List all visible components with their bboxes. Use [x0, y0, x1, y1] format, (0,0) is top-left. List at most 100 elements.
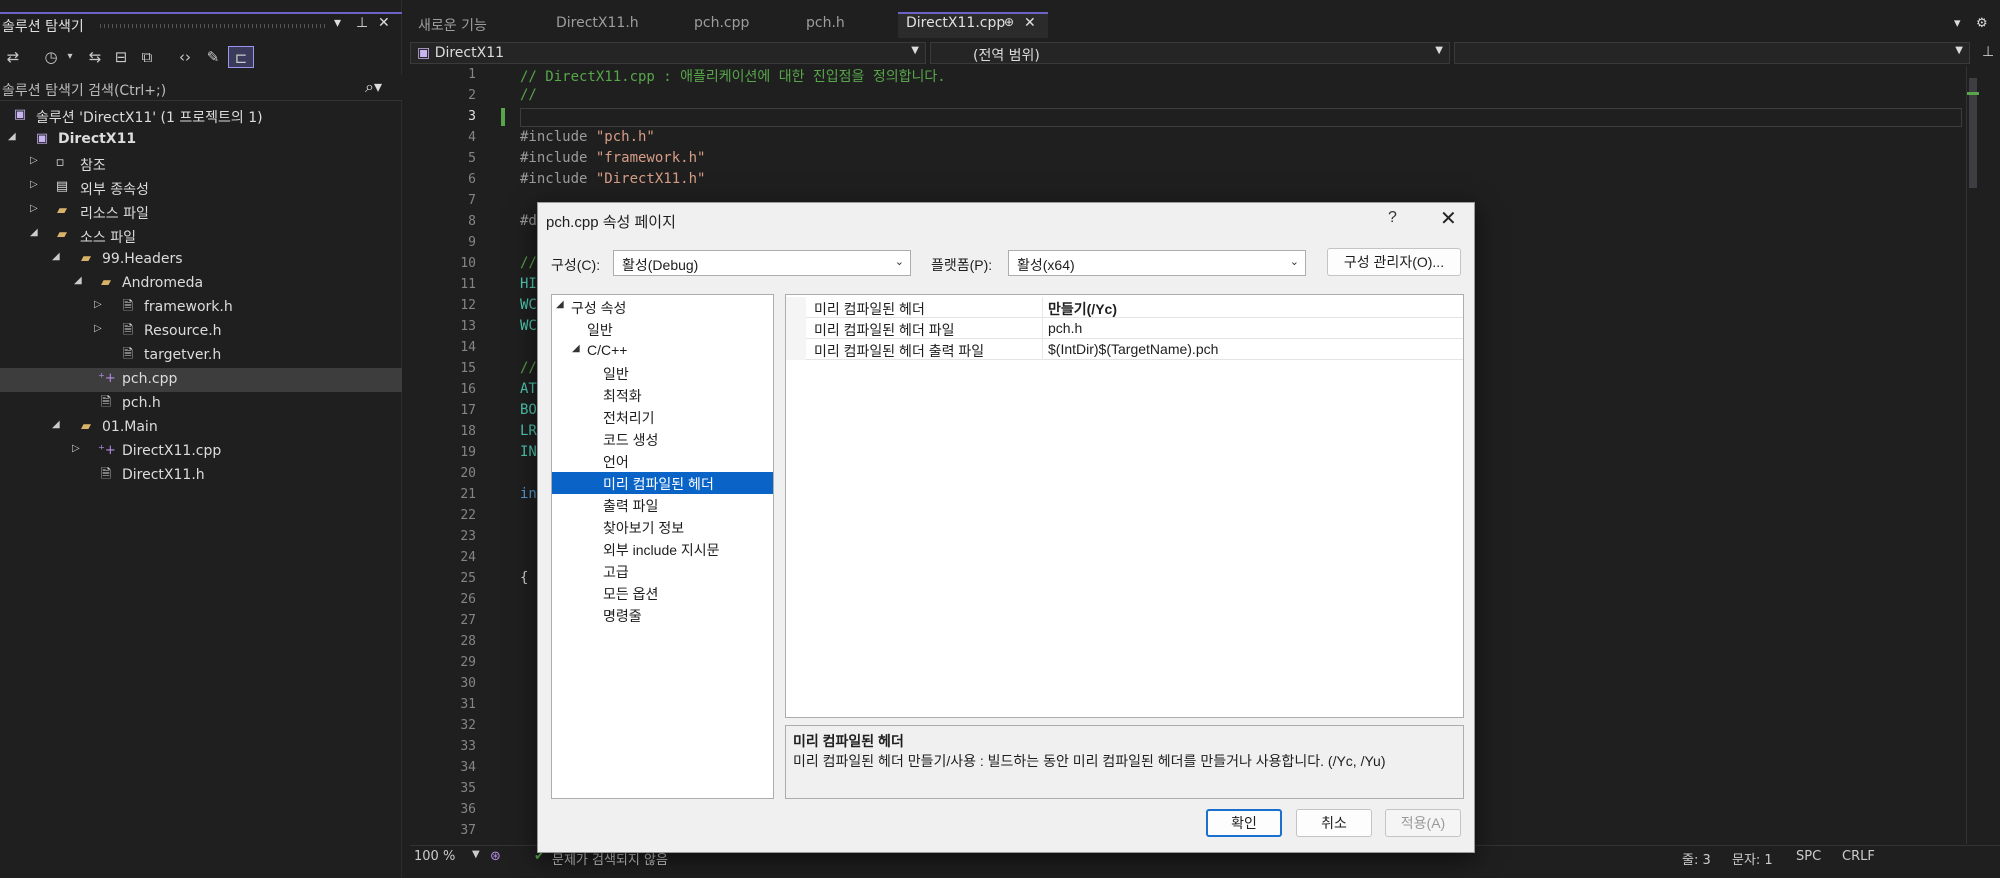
expanded-arrow-icon[interactable]: ◢: [556, 299, 564, 310]
tree-item-all-options[interactable]: 모든 옵션: [552, 582, 773, 604]
tree-item-preprocessor[interactable]: 전처리기: [552, 406, 773, 428]
switch-views-icon[interactable]: ⇄: [2, 46, 24, 68]
tab-whats-new[interactable]: 새로운 기능: [410, 12, 495, 38]
tree-item-external-includes[interactable]: 외부 include 지시문: [552, 538, 773, 560]
tree-label: 01.Main: [102, 419, 158, 435]
tree-node-directx11-h[interactable]: 🗎 DirectX11.h: [0, 464, 402, 488]
collapsed-arrow-icon[interactable]: ▷: [30, 203, 38, 214]
tab-list-dropdown-icon[interactable]: ▾: [1954, 16, 1961, 31]
tab-directx11-cpp[interactable]: DirectX11.cpp ⊕ ✕: [898, 12, 1048, 38]
property-row[interactable]: 미리 컴파일된 헤더 출력 파일 $(IntDir)$(TargetName).…: [786, 339, 1463, 360]
configuration-select[interactable]: 활성(Debug) ⌄: [613, 250, 911, 276]
collapsed-arrow-icon[interactable]: ▷: [30, 155, 38, 166]
show-all-files-icon[interactable]: ⧉: [136, 46, 158, 68]
properties-wrench-icon[interactable]: ✎: [202, 46, 224, 68]
tree-node-resource-files[interactable]: ▷ ▰ 리소스 파일: [0, 200, 402, 224]
search-box[interactable]: 솔루션 탐색기 검색(Ctrl+;) ⌕▾: [0, 75, 402, 101]
expanded-arrow-icon[interactable]: ◢: [30, 227, 38, 238]
project-dropdown[interactable]: ▣ DirectX11 ▼: [410, 42, 926, 64]
expanded-arrow-icon[interactable]: ◢: [572, 343, 580, 354]
close-icon[interactable]: ✕: [1024, 15, 1036, 31]
expanded-arrow-icon[interactable]: ◢: [52, 419, 60, 430]
vertical-scrollbar[interactable]: [1966, 66, 1980, 844]
sync-icon[interactable]: ⇆: [84, 46, 106, 68]
view-code-icon[interactable]: ‹›: [174, 46, 196, 68]
tree-item-advanced[interactable]: 고급: [552, 560, 773, 582]
cancel-button[interactable]: 취소: [1296, 809, 1372, 837]
apply-button[interactable]: 적용(A): [1385, 809, 1461, 837]
expanded-arrow-icon[interactable]: ◢: [74, 275, 82, 286]
tree-node-references[interactable]: ▷ ▫ 참조: [0, 152, 402, 176]
tree-node-pch-h[interactable]: 🗎 pch.h: [0, 392, 402, 416]
drag-grip[interactable]: [100, 24, 328, 28]
tree-item-output-files[interactable]: 출력 파일: [552, 494, 773, 516]
collapse-all-icon[interactable]: ⊟: [110, 46, 132, 68]
property-name: 미리 컴파일된 헤더 출력 파일: [814, 343, 985, 359]
pin-icon[interactable]: ⊕: [1004, 15, 1014, 29]
tree-node-targetver-h[interactable]: 🗎 targetver.h: [0, 344, 402, 368]
chevron-down-icon[interactable]: ▼: [472, 849, 480, 860]
tree-node-pch-cpp[interactable]: ⁺+ pch.cpp: [0, 368, 402, 392]
member-dropdown[interactable]: ▼: [1454, 42, 1970, 64]
folder-icon: ▰: [81, 251, 91, 266]
tree-node-framework-h[interactable]: ▷ 🗎 framework.h: [0, 296, 402, 320]
column-indicator[interactable]: 문자: 1: [1732, 849, 1773, 868]
tab-pch-h[interactable]: pch.h: [798, 12, 853, 38]
tree-node-external-deps[interactable]: ▷ ▤ 외부 종속성: [0, 176, 402, 200]
intellicode-icon[interactable]: ⊛: [490, 849, 501, 864]
tree-item-command-line[interactable]: 명령줄: [552, 604, 773, 626]
tree-item-code-generation[interactable]: 코드 생성: [552, 428, 773, 450]
expanded-arrow-icon[interactable]: ◢: [52, 251, 60, 262]
preview-selected-icon[interactable]: ⊏: [228, 46, 254, 68]
whitespace-indicator[interactable]: SPC: [1796, 849, 1821, 864]
property-value[interactable]: pch.h: [1048, 320, 1082, 336]
tree-node-project[interactable]: ◢ ▣ DirectX11: [0, 128, 402, 152]
dropdown-icon[interactable]: ▾: [334, 15, 341, 31]
configuration-manager-button[interactable]: 구성 관리자(O)...: [1327, 248, 1461, 276]
ok-button[interactable]: 확인: [1206, 809, 1282, 837]
tree-node-andromeda[interactable]: ◢ ▰ Andromeda: [0, 272, 402, 296]
tree-node-source-files[interactable]: ◢ ▰ 소스 파일: [0, 224, 402, 248]
tree-node-resource-h[interactable]: ▷ 🗎 Resource.h: [0, 320, 402, 344]
tree-item-config-properties[interactable]: ◢ 구성 속성: [552, 296, 773, 318]
tree-item-cpp[interactable]: ◢ C/C++: [552, 340, 773, 362]
tree-item-precompiled-headers[interactable]: 미리 컴파일된 헤더: [552, 472, 773, 494]
scope-dropdown[interactable]: (전역 범위) ▼: [930, 42, 1450, 64]
platform-select[interactable]: 활성(x64) ⌄: [1008, 250, 1306, 276]
collapsed-arrow-icon[interactable]: ▷: [30, 179, 38, 190]
chevron-down-icon[interactable]: ▾: [64, 46, 76, 68]
tab-directx11-h[interactable]: DirectX11.h: [548, 12, 647, 38]
close-icon[interactable]: ✕: [378, 15, 390, 31]
tree-item-general[interactable]: 일반: [552, 318, 773, 340]
collapsed-arrow-icon[interactable]: ▷: [94, 323, 102, 334]
tree-item-label: 일반: [587, 322, 613, 338]
zoom-level[interactable]: 100 %: [414, 849, 455, 864]
line-number: 4: [468, 130, 476, 145]
tree-item-browse-information[interactable]: 찾아보기 정보: [552, 516, 773, 538]
tree-node-directx11-cpp[interactable]: ▷ ⁺+ DirectX11.cpp: [0, 440, 402, 464]
collapsed-arrow-icon[interactable]: ▷: [72, 443, 80, 454]
line-ending-indicator[interactable]: CRLF: [1842, 849, 1875, 864]
tree-item-optimization[interactable]: 최적화: [552, 384, 773, 406]
split-icon[interactable]: ⊥: [1982, 44, 1994, 60]
history-icon[interactable]: ◷: [40, 46, 62, 68]
expanded-arrow-icon[interactable]: ◢: [8, 131, 16, 142]
collapsed-arrow-icon[interactable]: ▷: [94, 299, 102, 310]
pin-icon[interactable]: ⊥: [356, 15, 368, 31]
search-icon[interactable]: ⌕▾: [365, 77, 382, 97]
help-button[interactable]: ?: [1388, 209, 1397, 227]
property-row[interactable]: 미리 컴파일된 헤더 만들기(/Yc): [786, 297, 1463, 318]
property-value[interactable]: $(IntDir)$(TargetName).pch: [1048, 341, 1218, 357]
tree-node-headers[interactable]: ◢ ▰ 99.Headers: [0, 248, 402, 272]
tree-node-main[interactable]: ◢ ▰ 01.Main: [0, 416, 402, 440]
tree-node-solution[interactable]: ▣ 솔루션 'DirectX11' (1 프로젝트의 1): [0, 104, 402, 128]
settings-gear-icon[interactable]: ⚙: [1976, 16, 1988, 31]
line-indicator[interactable]: 줄: 3: [1682, 849, 1711, 868]
header-file-icon: 🗎: [122, 347, 134, 362]
tab-pch-cpp[interactable]: pch.cpp: [686, 12, 757, 38]
tree-item-language[interactable]: 언어: [552, 450, 773, 472]
close-icon[interactable]: ✕: [1440, 206, 1457, 231]
property-row[interactable]: 미리 컴파일된 헤더 파일 pch.h: [786, 318, 1463, 339]
property-value[interactable]: 만들기(/Yc): [1048, 299, 1117, 319]
tree-item-cpp-general[interactable]: 일반: [552, 362, 773, 384]
